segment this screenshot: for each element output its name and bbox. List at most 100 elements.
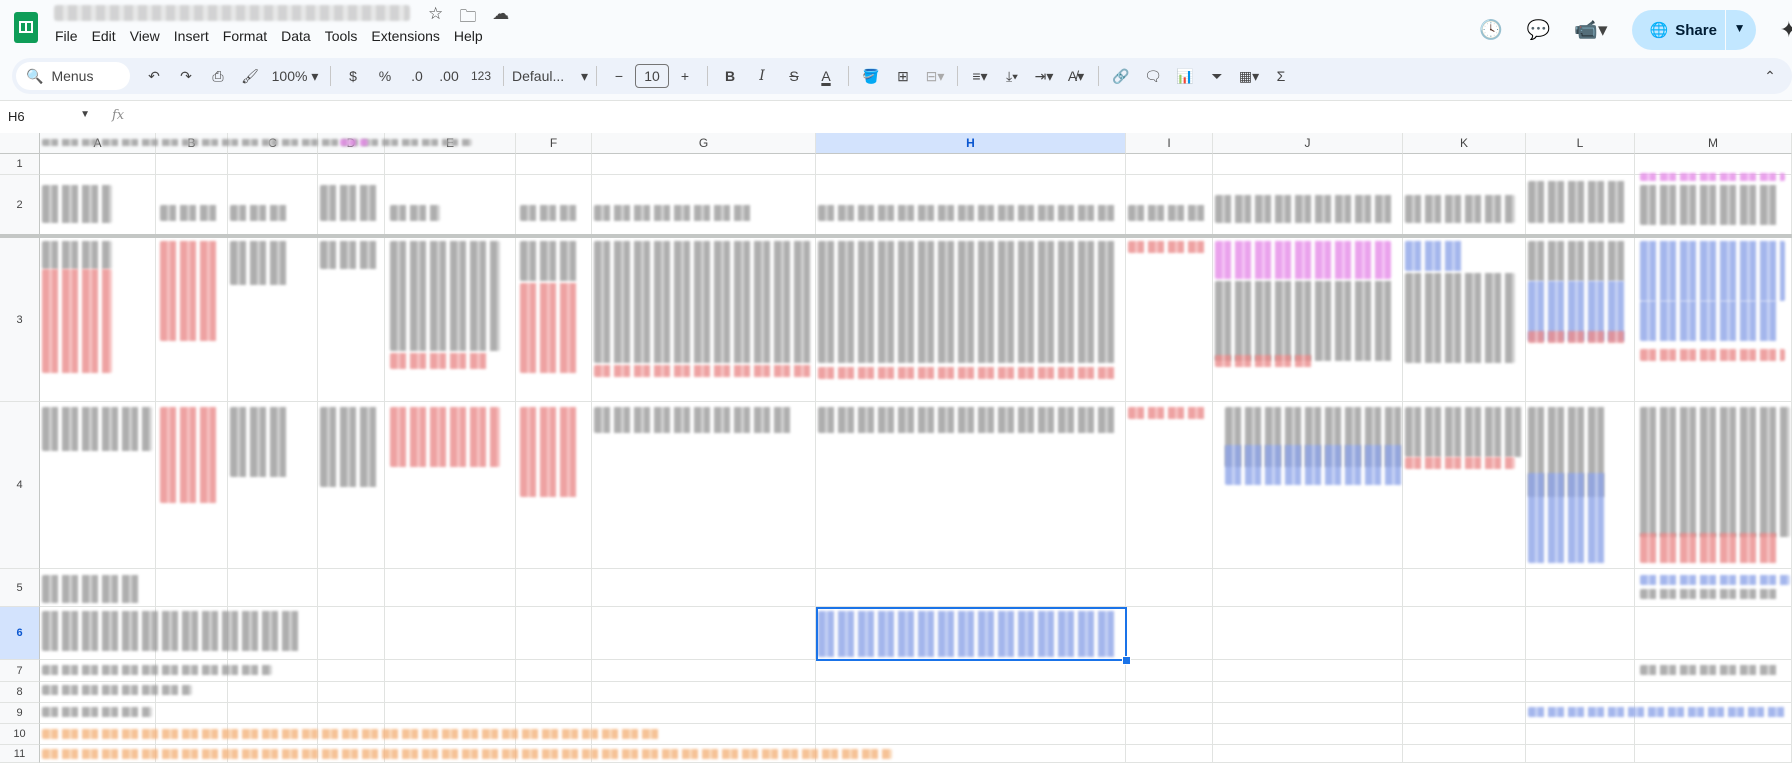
cell-content [42,685,192,695]
vertical-align-icon[interactable]: ⤓▾ [998,62,1026,90]
text-wrapping-icon[interactable]: ⇥▾ [1030,62,1058,90]
decrease-decimal-button[interactable]: .0 [403,62,431,90]
print-icon[interactable]: ⎙ [204,62,232,90]
italic-button[interactable]: I [748,62,776,90]
row-header-7[interactable]: 7 [0,660,40,682]
cell-content [42,241,112,269]
cell-content [42,185,112,223]
collapse-toolbar-icon[interactable]: ⌃ [1756,62,1784,90]
row-header-11[interactable]: 11 [0,745,40,763]
select-all-corner[interactable] [0,133,40,154]
cell-content [520,241,580,281]
cell-content [520,407,580,497]
history-icon[interactable]: 🕓 [1479,18,1503,42]
fill-color-icon[interactable]: 🪣 [857,62,885,90]
row-header-6[interactable]: 6 [0,607,40,660]
row-header-4[interactable]: 4 [0,402,40,569]
insert-chart-icon[interactable]: 📊 [1171,62,1199,90]
menu-help[interactable]: Help [447,27,490,45]
document-title[interactable] [54,5,410,21]
cell-content [230,205,290,221]
cell-content [42,729,662,739]
text-color-button[interactable]: A [812,62,840,90]
cell-content [42,269,112,373]
menu-format[interactable]: Format [216,27,274,45]
cell-content [42,665,272,675]
increase-decimal-button[interactable]: .00 [435,62,463,90]
spreadsheet-grid[interactable]: ABCDEFGHIJKLM1234567891011 [0,133,1792,763]
insert-link-icon[interactable]: 🔗 [1107,62,1135,90]
column-header-k[interactable]: K [1403,133,1526,154]
selected-cell-h6[interactable] [816,607,1127,661]
cell-content [340,139,368,146]
column-header-h[interactable]: H [816,133,1126,154]
borders-icon[interactable]: ⊞ [889,62,917,90]
row-header-5[interactable]: 5 [0,569,40,607]
font-size-input[interactable]: 10 [635,64,669,88]
frozen-rows-divider[interactable] [0,234,1792,238]
cell-content [42,749,892,759]
currency-format-button[interactable]: $ [339,62,367,90]
row-header-8[interactable]: 8 [0,682,40,703]
functions-button[interactable]: Σ [1267,62,1295,90]
search-menus-button[interactable]: 🔍 Menus [16,62,130,90]
share-button[interactable]: 🌐 Share ▼ [1631,10,1756,50]
insert-comment-icon[interactable]: 🗨 [1139,62,1167,90]
font-select[interactable]: Defaul... ▾ [512,62,588,90]
paint-format-icon[interactable]: 🖌 [236,62,264,90]
globe-icon: 🌐 [1649,22,1669,39]
menu-extensions[interactable]: Extensions [364,27,446,45]
name-box-dropdown-icon[interactable]: ▼ [80,109,90,120]
filter-views-icon[interactable]: ▦▾ [1235,62,1263,90]
cloud-status-icon[interactable]: ☁ [492,4,509,33]
increase-font-size-button[interactable]: + [671,62,699,90]
cell-content [1640,589,1780,599]
column-header-j[interactable]: J [1213,133,1403,154]
percent-format-button[interactable]: % [371,62,399,90]
comments-icon[interactable]: 💬 [1527,18,1551,42]
column-header-i[interactable]: I [1126,133,1213,154]
column-header-f[interactable]: F [516,133,592,154]
cell-content [160,407,218,503]
menu-data[interactable]: Data [274,27,318,45]
row-header-9[interactable]: 9 [0,703,40,724]
menu-view[interactable]: View [123,27,167,45]
cell-content [320,407,378,487]
strikethrough-button[interactable]: S [780,62,808,90]
cell-content [1528,331,1628,343]
menu-file[interactable]: File [48,27,85,45]
menu-tools[interactable]: Tools [318,27,365,45]
menu-edit[interactable]: Edit [85,27,123,45]
more-formats-button[interactable]: 123 [467,62,495,90]
cell-content [520,205,578,221]
row-header-2[interactable]: 2 [0,175,40,236]
row-header-10[interactable]: 10 [0,724,40,745]
menu-bar: File Edit View Insert Format Data Tools … [48,27,490,45]
share-dropdown-icon[interactable]: ▼ [1734,21,1746,35]
column-header-g[interactable]: G [592,133,816,154]
row-header-3[interactable]: 3 [0,238,40,402]
fill-handle[interactable] [1122,656,1131,665]
menu-insert[interactable]: Insert [167,27,216,45]
share-label: Share [1675,21,1717,39]
bold-button[interactable]: B [716,62,744,90]
undo-icon[interactable]: ↶ [140,62,168,90]
filter-icon[interactable]: ⏷ [1203,62,1231,90]
decrease-font-size-button[interactable]: − [605,62,633,90]
column-header-l[interactable]: L [1526,133,1635,154]
zoom-select[interactable]: 100% ▾ [268,62,322,90]
merge-cells-icon[interactable]: ⊟▾ [921,62,949,90]
cell-content [1528,241,1628,281]
cell-content [1225,445,1405,485]
gemini-icon[interactable]: ✦ [1780,17,1792,43]
column-header-m[interactable]: M [1635,133,1792,154]
text-rotation-icon[interactable]: A̸▾ [1062,62,1090,90]
redo-icon[interactable]: ↷ [172,62,200,90]
row-header-1[interactable]: 1 [0,154,40,175]
name-box[interactable]: H6 ▼ [8,109,90,124]
cell-content [594,205,754,221]
meet-icon[interactable]: 📹▾ [1574,18,1607,42]
horizontal-align-icon[interactable]: ≡▾ [966,62,994,90]
search-icon: 🔍 [26,67,44,84]
sheets-logo-icon[interactable] [14,12,38,43]
